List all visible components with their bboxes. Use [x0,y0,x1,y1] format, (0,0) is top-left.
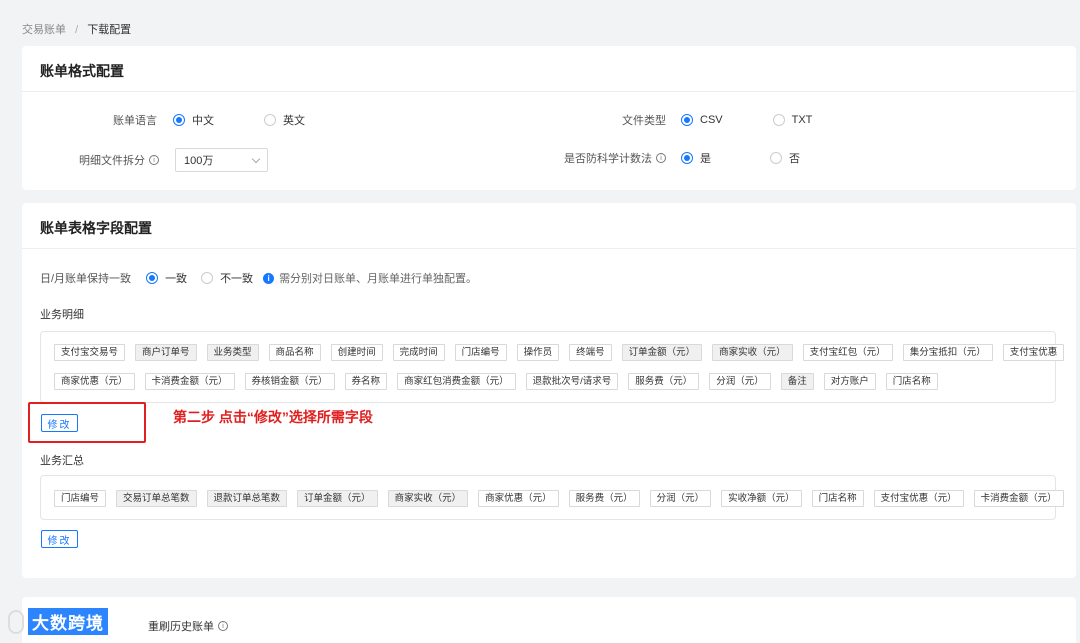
field-tag: 支付宝红包（元） [802,344,893,361]
file-type-label: 文件类型 [622,115,666,127]
split-select[interactable]: 100万 [175,148,268,172]
language-row: 账单语言 中文 英文 [22,112,305,128]
field-tag: 卡消费金额（元） [144,373,235,390]
field-tag: 实收净额（元） [721,490,802,507]
radio-dot-icon [772,114,785,126]
info-icon[interactable]: i [656,153,666,163]
radio-dot-icon [201,272,214,284]
radio-dot-icon [681,114,693,126]
field-tag: 商家优惠（元） [54,373,135,390]
language-label: 账单语言 [113,115,157,127]
consistency-hint: i 需分别对日账单、月账单进行单独配置。 [263,270,477,286]
fields-config-card: 账单表格字段配置 日/月账单保持一致 一致 不一致 i 需分别对日账单、月账单进… [22,203,1076,578]
anti-sci-row: 是否防科学计数法 i 是 否 [562,150,800,166]
radio-yes[interactable]: 是 [681,150,711,166]
history-link-label: 重刷历史账单 [148,621,214,633]
format-card-title: 账单格式配置 [40,63,124,79]
field-tag: 门店名称 [811,490,864,507]
field-tag: 创建时间 [330,344,383,361]
field-tag: 支付宝交易号 [54,344,126,361]
radio-consistent[interactable]: 一致 [146,270,187,286]
breadcrumb-parent[interactable]: 交易账单 [22,24,66,36]
radio-dot-icon [264,114,276,126]
field-tag: 商家红包消费金额（元） [397,373,516,390]
consistency-label: 日/月账单保持一致 [40,273,132,285]
info-icon: i [218,621,228,631]
summary-section-label: 业务汇总 [40,455,84,467]
field-tag: 门店编号 [454,344,507,361]
breadcrumb-current: 下载配置 [87,24,132,36]
summary-tag-box: 门店编号 交易订单总笔数 退款订单总笔数 订单金额（元） 商家实收（元） 商家优惠（元） 服… [40,475,1064,520]
split-select-value: 100万 [184,155,214,167]
file-type-row: 文件类型 CSV TXT [582,112,812,128]
anti-sci-label: 是否防科学计数法 [564,153,652,165]
field-tag: 操作员 [516,344,560,361]
breadcrumb-separator: / [75,24,79,36]
format-config-card: 账单格式配置 账单语言 中文 英文 文件类型 CSV TXT 明细文件拆分 i … [22,46,1076,190]
field-tag: 终端号 [569,344,612,361]
history-link[interactable]: 重刷历史账单 i [148,618,228,634]
divider [22,248,1076,249]
field-tag: 订单金额（元） [297,490,378,507]
field-tag: 门店编号 [54,490,107,507]
annotation-text: 第二步 点击“修改”选择所需字段 [173,409,373,425]
field-tag: 门店名称 [885,373,938,390]
split-row: 明细文件拆分 i 100万 [22,148,268,172]
radio-dot-icon [770,152,782,164]
highlight-box [28,402,146,443]
radio-dot-icon [146,272,159,284]
radio-no[interactable]: 否 [770,150,800,166]
field-tag: 商家实收（元） [387,490,469,507]
summary-edit-button[interactable]: 修改 [41,530,78,548]
radio-txt[interactable]: TXT [772,114,812,126]
divider [22,91,1076,92]
field-tag: 券名称 [344,373,388,390]
radio-dot-icon [173,114,185,126]
field-tag: 商户订单号 [135,344,197,361]
logo-icon [8,609,24,634]
radio-english[interactable]: 英文 [264,112,305,128]
field-tag: 业务类型 [206,344,259,361]
watermark-text: 大数跨境 [28,608,108,635]
detail-section-label: 业务明细 [40,309,84,321]
field-tag: 商品名称 [268,344,321,361]
field-tag: 支付宝优惠（元） [873,490,964,507]
consistency-row: 日/月账单保持一致 一致 不一致 i 需分别对日账单、月账单进行单独配置。 [40,270,477,286]
field-tag: 服务费（元） [568,490,640,507]
field-tag: 券核销金额（元） [244,373,335,390]
field-tag: 退款批次号/请求号 [525,373,619,390]
field-tag: 分润（元） [649,490,712,507]
chevron-down-icon [251,154,261,163]
radio-chinese[interactable]: 中文 [173,112,214,128]
field-tag: 集分宝抵扣（元） [902,344,993,361]
field-tag: 对方账户 [823,373,876,390]
watermark: 大数跨境 [8,608,108,635]
field-tag: 商家优惠（元） [478,490,559,507]
field-tag: 交易订单总笔数 [116,490,197,507]
field-tag: 退款订单总笔数 [206,490,288,507]
split-label: 明细文件拆分 [79,155,145,167]
detail-tag-box: 支付宝交易号 商户订单号 业务类型 商品名称 创建时间 完成时间 门店编号 操作员 终端号 订单金… [40,331,1065,403]
detail-tag-row: 支付宝交易号 商户订单号 业务类型 商品名称 创建时间 完成时间 门店编号 操作员 终端号 订单金… [54,344,1074,361]
breadcrumb: 交易账单 / 下载配置 [22,21,131,37]
summary-tag-row: 门店编号 交易订单总笔数 退款订单总笔数 订单金额（元） 商家实收（元） 商家优惠（元） 服… [54,490,1074,507]
radio-csv[interactable]: CSV [681,114,723,126]
field-tag: 支付宝优惠 [1002,344,1065,361]
info-icon: i [263,272,275,284]
field-tag: 分润（元） [709,373,771,390]
radio-dot-icon [681,152,693,164]
fields-card-title: 账单表格字段配置 [40,220,152,236]
detail-tag-row: 商家优惠（元） 卡消费金额（元） 券核销金额（元） 券名称 商家红包消费金额（元） 退款批… [54,373,948,390]
field-tag: 服务费（元） [628,373,700,390]
field-tag: 备注 [780,373,814,390]
field-tag: 完成时间 [392,344,445,361]
radio-inconsistent[interactable]: 不一致 [201,270,253,286]
field-tag: 卡消费金额（元） [973,490,1064,507]
field-tag: 商家实收（元） [712,344,793,361]
field-tag: 订单金额（元） [621,344,703,361]
info-icon[interactable]: i [149,155,159,165]
